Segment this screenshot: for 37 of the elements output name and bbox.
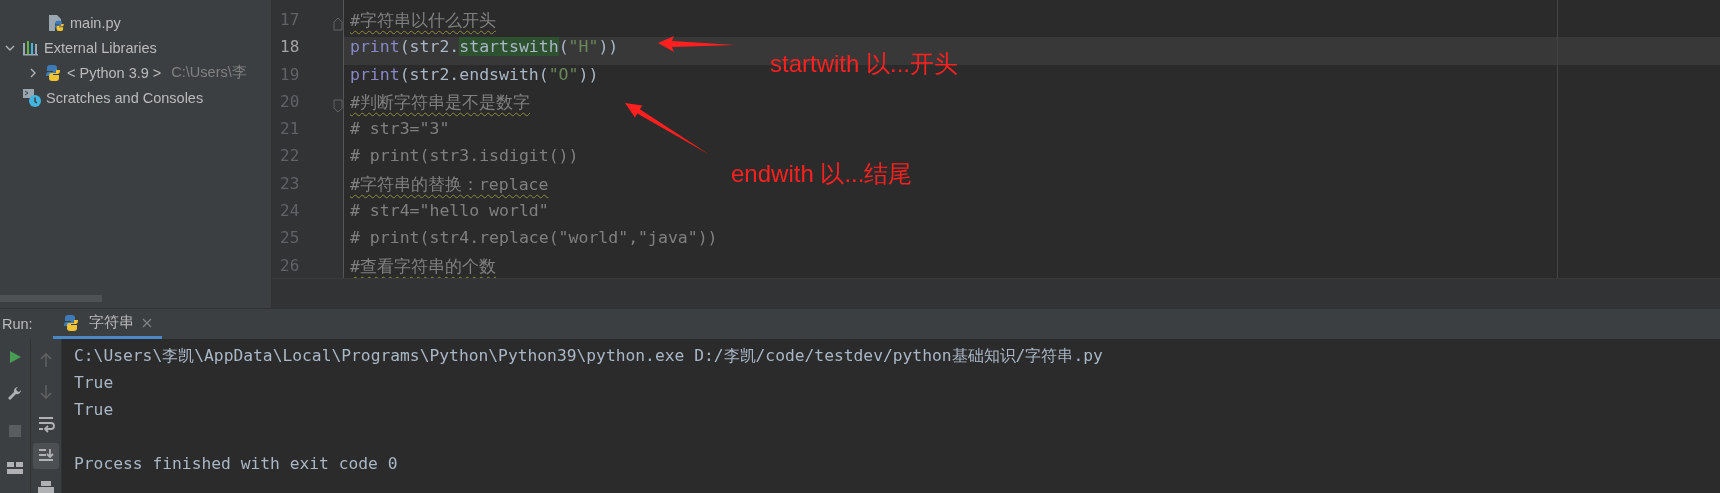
- annotation-text: endwith 以...结尾: [731, 159, 913, 189]
- python-icon: [62, 313, 81, 332]
- tree-item-path: C:\Users\李: [171, 63, 247, 82]
- code-line: # print(str4.replace("world","java")): [350, 228, 718, 248]
- console-line: True: [74, 399, 114, 421]
- printer-icon: [37, 479, 55, 493]
- code-line: # print(str3.isdigit()): [350, 146, 579, 166]
- library-icon: [22, 38, 40, 57]
- down-arrow-icon: [37, 383, 55, 401]
- tree-item[interactable]: External Libraries: [44, 39, 157, 56]
- code-line: print(str2.endswith("O")): [350, 64, 599, 84]
- code-line: #查看字符串的个数: [350, 255, 496, 278]
- scratch-clock-icon: [22, 87, 42, 108]
- fold-icon: [333, 17, 343, 31]
- scroll-to-end-button[interactable]: [33, 443, 59, 469]
- annotation-text: startwith 以...开头: [770, 49, 959, 79]
- code-line: #判断字符串是不是数字: [350, 91, 530, 114]
- fold-icon: [333, 98, 343, 113]
- tree-item[interactable]: main.py: [70, 14, 121, 31]
- code-line: #字符串的替换：replace: [350, 173, 549, 196]
- console-line: True: [74, 372, 114, 394]
- tree-item[interactable]: Scratches and Consoles: [46, 89, 204, 106]
- tree-item[interactable]: < Python 3.9 >: [67, 64, 162, 81]
- code-line: #字符串以什么开头: [350, 10, 496, 32]
- run-label: Run:: [1, 316, 33, 332]
- python-icon: [45, 63, 63, 82]
- wrench-icon: [6, 385, 24, 403]
- python-file-icon: [48, 13, 66, 32]
- code-line: # str4="hello world": [350, 201, 549, 221]
- console-line: C:\Users\李凯\AppData\Local\Programs\Python\Python39\python.exe D:/李凯/code/testdev/python基础知识/字符串.py: [74, 345, 1103, 367]
- stop-icon: [6, 422, 24, 440]
- code-line: # str3="3": [350, 119, 450, 139]
- console-line: Process finished with exit code 0: [74, 453, 398, 475]
- close-icon: [141, 317, 152, 328]
- line-number: 18: [280, 37, 300, 59]
- layout-icon: [6, 459, 24, 477]
- soft-wrap-icon: [37, 415, 55, 433]
